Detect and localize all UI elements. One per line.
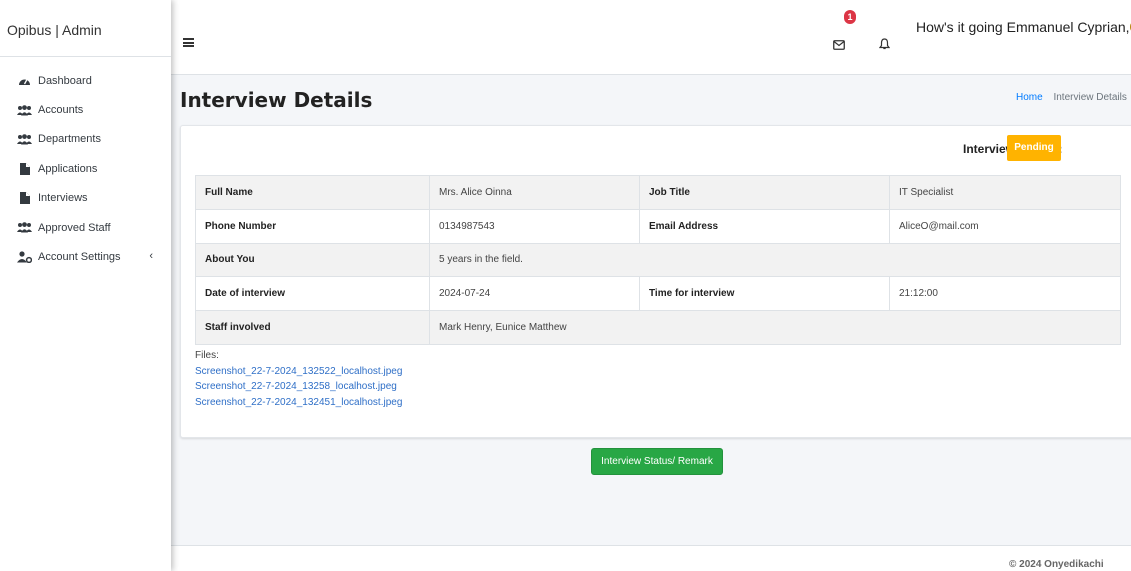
page-title: Interview Details (180, 88, 373, 112)
sidebar-item-label: Account Settings (38, 251, 121, 264)
table-cell-header: Phone Number (195, 208, 430, 244)
users-icon (17, 104, 32, 116)
notification-badge: 1 (844, 10, 856, 24)
files-section: Files: Screenshot_22-7-2024_132522_local… (195, 348, 402, 410)
table-cell-value: Mark Henry, Eunice Matthew (429, 310, 1121, 345)
sidebar-nav: Dashboard Accounts Departments Applicati… (0, 57, 171, 272)
table-row: Phone Number 0134987543 Email Address Al… (195, 208, 1121, 244)
table-row: Full Name Mrs. Alice Oinna Job Title IT … (195, 175, 1121, 210)
interview-details-table: Full Name Mrs. Alice Oinna Job Title IT … (195, 175, 1121, 345)
chevron-left-icon[interactable]: ‹ (149, 250, 153, 262)
interview-details-card: Interview Status : Pending Full Name Mrs… (180, 125, 1131, 438)
greeting-text: How's it going Emmanuel Cyprian, (916, 19, 1130, 35)
sidebar-item-approved-staff[interactable]: Approved Staff (0, 213, 171, 242)
table-cell-header: Job Title (639, 175, 890, 210)
status-badge: Pending (1007, 135, 1061, 161)
sidebar-item-dashboard[interactable]: Dashboard (0, 66, 171, 95)
table-cell-value: 0134987543 (429, 208, 640, 244)
table-row: Date of interview 2024-07-24 Time for in… (195, 276, 1121, 312)
sidebar-item-account-settings[interactable]: Account Settings ‹ (0, 242, 171, 271)
menu-toggle-icon[interactable] (183, 38, 194, 47)
breadcrumb-current: Interview Details (1053, 92, 1127, 103)
dashboard-icon (17, 75, 32, 87)
sidebar: Opibus | Admin Dashboard Accounts Depart… (0, 0, 171, 571)
table-cell-value: IT Specialist (889, 175, 1121, 210)
files-label: Files: (195, 350, 219, 361)
brand-title[interactable]: Opibus | Admin (0, 0, 171, 57)
file-link[interactable]: Screenshot_22-7-2024_132522_localhost.jp… (195, 364, 402, 380)
table-cell-value: 2024-07-24 (429, 276, 640, 312)
top-navbar: 1 How's it going Emmanuel Cyprian, (171, 0, 1131, 75)
sidebar-item-label: Accounts (38, 104, 84, 117)
sidebar-item-label: Departments (38, 133, 101, 146)
interview-status-remark-button[interactable]: Interview Status/ Remark (591, 448, 723, 475)
sidebar-item-accounts[interactable]: Accounts (0, 95, 171, 124)
table-cell-value: 5 years in the field. (429, 242, 1121, 278)
table-cell-value: Mrs. Alice Oinna (429, 175, 640, 210)
table-cell-header: Staff involved (195, 310, 430, 345)
breadcrumb-home-link[interactable]: Home (1016, 92, 1043, 103)
footer: © 2024 Onyedikachi (171, 545, 1131, 571)
user-cog-icon (17, 251, 32, 264)
table-cell-value: AliceO@mail.com (889, 208, 1121, 244)
sidebar-item-label: Applications (38, 162, 98, 175)
sidebar-item-departments[interactable]: Departments (0, 125, 171, 154)
sidebar-item-interviews[interactable]: Interviews (0, 184, 171, 213)
sidebar-item-label: Dashboard (38, 74, 92, 87)
breadcrumb: Home Interview Details (1016, 92, 1127, 103)
table-cell-header: Time for interview (639, 276, 890, 312)
copyright-text: © 2024 Onyedikachi (1009, 559, 1104, 570)
bell-icon[interactable] (878, 37, 891, 55)
table-cell-value: 21:12:00 (889, 276, 1121, 312)
file-icon (17, 162, 32, 175)
file-link[interactable]: Screenshot_22-7-2024_13258_localhost.jpe… (195, 379, 402, 395)
sidebar-item-applications[interactable]: Applications (0, 154, 171, 183)
users-icon (17, 222, 32, 234)
table-cell-header: Email Address (639, 208, 890, 244)
envelope-icon[interactable] (833, 37, 845, 55)
table-cell-header: Full Name (195, 175, 430, 210)
table-cell-header: About You (195, 242, 430, 278)
table-cell-header: Date of interview (195, 276, 430, 312)
sidebar-item-label: Interviews (38, 192, 88, 205)
user-greeting[interactable]: How's it going Emmanuel Cyprian, (916, 19, 1131, 35)
sidebar-item-label: Approved Staff (38, 221, 111, 234)
users-icon (17, 133, 32, 145)
file-icon (17, 192, 32, 205)
file-link[interactable]: Screenshot_22-7-2024_132451_localhost.jp… (195, 395, 402, 411)
table-row: About You 5 years in the field. (195, 242, 1121, 278)
table-row: Staff involved Mark Henry, Eunice Matthe… (195, 310, 1121, 345)
